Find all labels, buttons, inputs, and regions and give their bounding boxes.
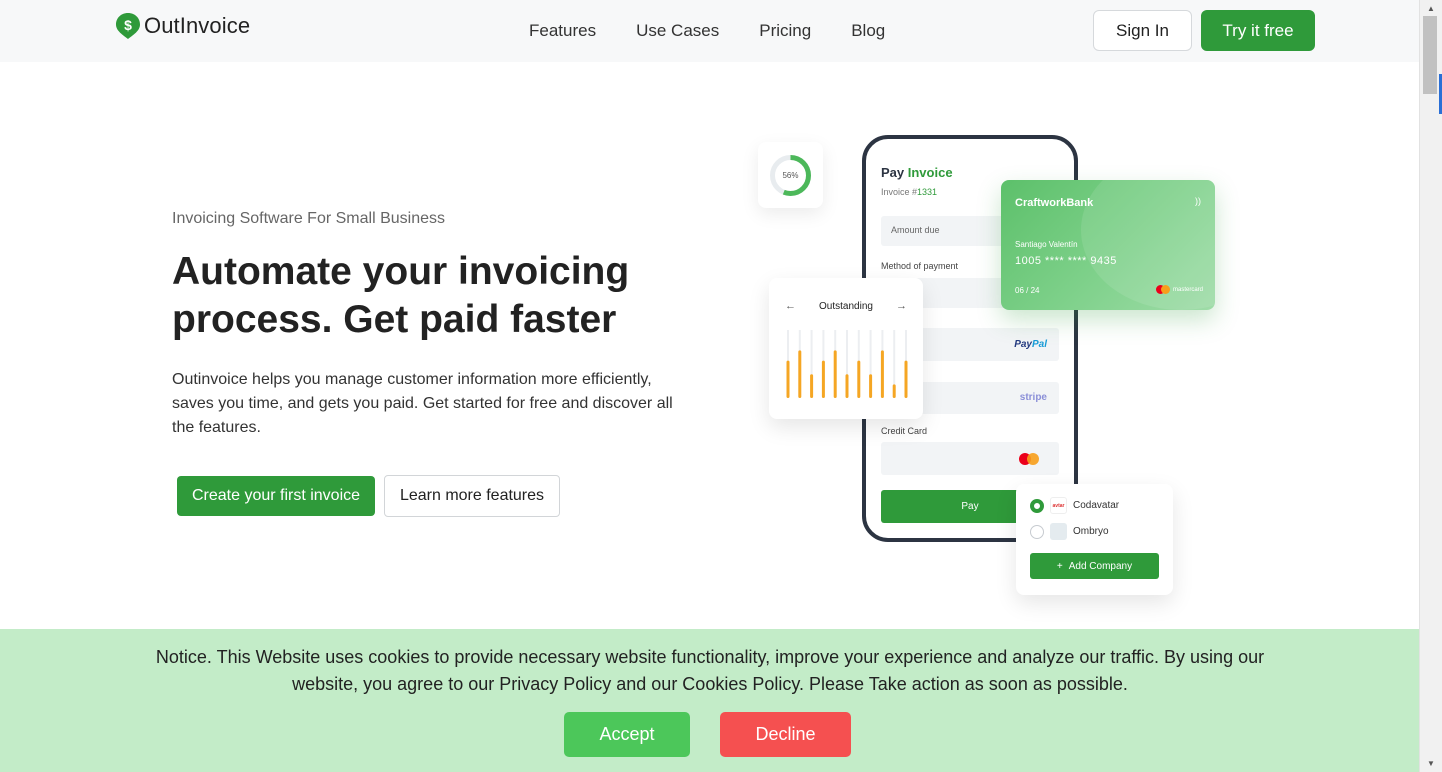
invoice-id: 1331 xyxy=(917,187,938,197)
scroll-up-icon[interactable]: ▲ xyxy=(1420,4,1442,13)
radio-unselected xyxy=(1030,524,1044,539)
invoice-prefix: Invoice # xyxy=(881,187,918,197)
add-company-label: Add Company xyxy=(1068,560,1133,572)
card-brand: mastercard xyxy=(1155,285,1203,294)
company-card: avtar Codavatar Ombryo + Add Company xyxy=(1016,484,1173,595)
pay-title-text: Pay xyxy=(881,165,908,180)
progress-card: 56% xyxy=(758,142,823,208)
cookie-notice-text: Notice. This Website uses cookies to pro… xyxy=(155,647,1265,694)
progress-label: 56% xyxy=(782,171,799,180)
add-company-button-mock: + Add Company xyxy=(1030,553,1159,579)
chart-bar xyxy=(869,374,873,398)
ombryo-logo xyxy=(1050,523,1067,540)
mastercard-icon xyxy=(1019,453,1041,465)
card-expiry: 06 / 24 xyxy=(1015,286,1040,295)
accept-cookies-button[interactable]: Accept xyxy=(564,712,690,757)
hero-description: Outinvoice helps you manage customer inf… xyxy=(172,371,673,436)
contactless-icon: )) xyxy=(1195,196,1201,206)
nav-link-use-cases[interactable]: Use Cases xyxy=(636,21,719,41)
decline-cookies-button[interactable]: Decline xyxy=(720,712,851,757)
chart-bar xyxy=(786,360,790,398)
codavatar-logo: avtar xyxy=(1050,497,1067,514)
paypal-logo-b: Pal xyxy=(1031,339,1047,350)
try-free-button[interactable]: Try it free xyxy=(1201,10,1315,51)
learn-features-button[interactable]: Learn more features xyxy=(384,475,560,517)
cookie-banner: Notice. This Website uses cookies to pro… xyxy=(0,629,1419,772)
mastercard-icon xyxy=(1155,285,1170,294)
paypal-logo: PayPal xyxy=(1014,339,1047,350)
card-brand-label: mastercard xyxy=(1172,286,1203,293)
method-label: Method of payment xyxy=(881,261,959,271)
nav-link-features[interactable]: Features xyxy=(529,21,596,41)
arrow-right-icon: → xyxy=(896,300,907,312)
logo-text: OutInvoice xyxy=(144,13,251,38)
card-number: 1005 **** **** 9435 xyxy=(1015,255,1117,267)
chart-bar xyxy=(833,350,837,398)
chart-bar xyxy=(857,360,861,398)
bank-card: CraftworkBank )) Santiago Valentín 1005 … xyxy=(1001,180,1215,310)
create-invoice-button[interactable]: Create your first invoice xyxy=(177,476,375,516)
chart-bar xyxy=(845,374,849,398)
chart-bar xyxy=(892,384,896,398)
radio-selected xyxy=(1030,498,1044,513)
outstanding-bar-chart xyxy=(786,330,908,398)
stripe-logo: stripe xyxy=(1019,392,1047,403)
pay-title-highlight: Invoice xyxy=(907,165,953,180)
company-row: Ombryo xyxy=(1030,523,1109,540)
chart-bar xyxy=(904,360,908,398)
invoice-number: Invoice #1331 xyxy=(881,187,937,197)
card-holder: Santiago Valentín xyxy=(1015,240,1078,249)
nav-links: Features Use Cases Pricing Blog xyxy=(529,21,885,41)
plus-icon: + xyxy=(1056,560,1063,572)
credit-card-option xyxy=(881,442,1059,475)
bank-name: CraftworkBank xyxy=(1015,197,1094,209)
dollar-pin-icon: $ xyxy=(115,12,141,40)
outstanding-card: ← Outstanding → xyxy=(769,278,923,419)
chart-bar xyxy=(798,350,802,398)
nav-link-blog[interactable]: Blog xyxy=(851,21,885,41)
chart-bar xyxy=(810,374,814,398)
top-navbar: $ OutInvoice Features Use Cases Pricing … xyxy=(0,0,1419,62)
company-name: Codavatar xyxy=(1073,500,1120,511)
credit-card-label: Credit Card xyxy=(881,426,928,436)
company-row: avtar Codavatar xyxy=(1030,497,1119,514)
chart-bar xyxy=(880,350,884,398)
pay-invoice-title: Pay Invoice xyxy=(881,165,953,180)
hero-eyebrow: Invoicing Software For Small Business xyxy=(172,210,445,227)
sign-in-button[interactable]: Sign In xyxy=(1093,10,1192,51)
chart-bar xyxy=(821,360,825,398)
scroll-down-icon[interactable]: ▼ xyxy=(1420,759,1442,768)
logo[interactable]: $ OutInvoice xyxy=(115,12,250,40)
scroll-thumb[interactable] xyxy=(1423,16,1437,94)
company-name: Ombryo xyxy=(1073,526,1109,537)
page-scrollbar[interactable]: ▲ ▼ xyxy=(1419,0,1442,772)
paypal-logo-a: Pay xyxy=(1014,339,1032,350)
hero-headline: Automate your invoicing process. Get pai… xyxy=(172,250,630,341)
svg-text:$: $ xyxy=(124,17,132,33)
nav-link-pricing[interactable]: Pricing xyxy=(759,21,811,41)
